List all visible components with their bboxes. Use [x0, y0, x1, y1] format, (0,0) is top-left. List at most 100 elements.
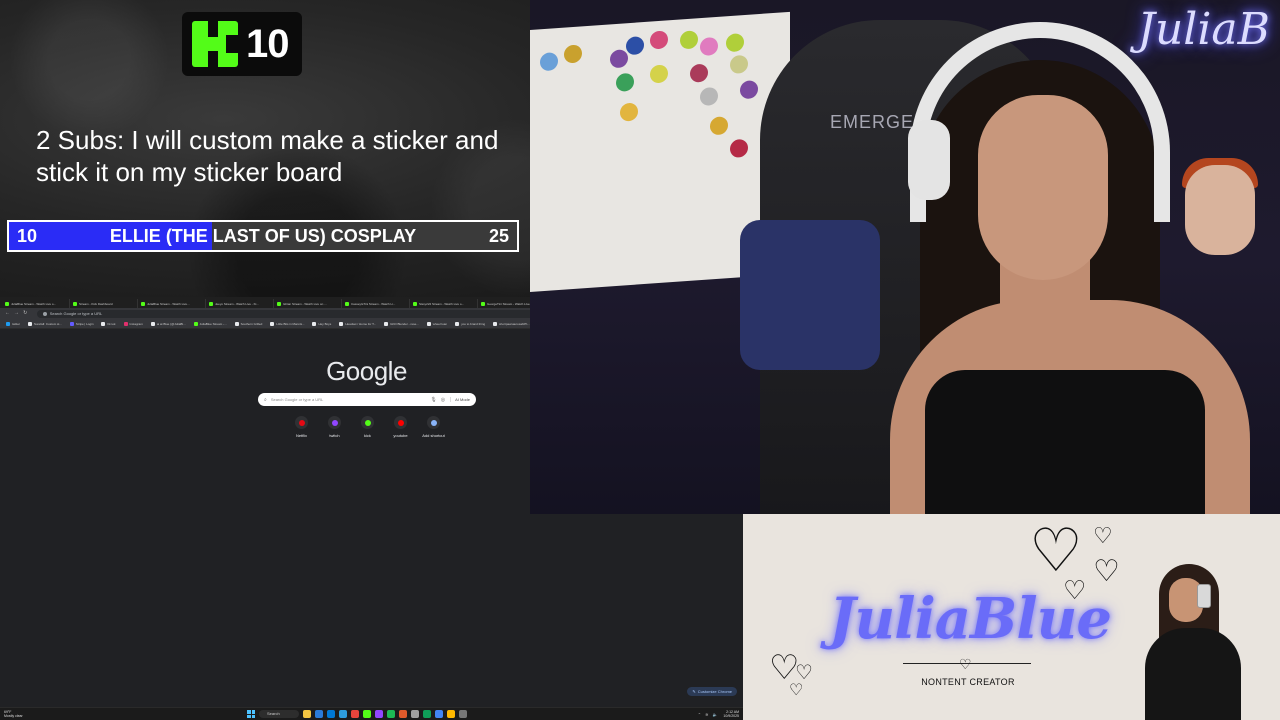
taskbar-app-icon[interactable] — [303, 710, 311, 718]
bookmark-favicon-icon — [270, 321, 275, 326]
taskbar-app-icon[interactable] — [435, 710, 443, 718]
browser-tab[interactable]: Jeeyo Stream - Watch Live - Ki... — [206, 299, 274, 308]
webcam-feed: EMERGE JuliaB — [530, 0, 1280, 514]
shortcut-tile[interactable]: kick — [351, 416, 384, 438]
windows-start-icon[interactable] — [247, 710, 255, 718]
bookmark-item[interactable]: GKD Blender - rese... — [384, 321, 419, 326]
browser-tab[interactable]: CasseyIsTini Stream - Watch Li... — [342, 299, 410, 308]
bookmark-label: ai at Blue (@JuliaBl... — [156, 321, 186, 326]
bookmark-favicon-icon — [150, 321, 155, 326]
shortcut-icon — [394, 416, 407, 429]
sticker — [730, 54, 748, 75]
taskbar-app-icon[interactable] — [315, 710, 323, 718]
browser-tab[interactable]: JuliaBlue Stream - Watch Live o... — [2, 299, 70, 308]
browser-tab[interactable]: JuliaBlue Stream - Watch Live... — [138, 299, 206, 308]
taskbar-apps: Search — [247, 710, 471, 718]
heart-icon: ♡ — [959, 656, 972, 672]
bookmark-favicon-icon — [426, 321, 431, 326]
bookmark-item[interactable]: you to brand thing — [455, 321, 485, 326]
bookmark-label: Headset / Home for T... — [345, 321, 377, 326]
bookmark-item[interactable]: Instagram — [123, 321, 143, 326]
shortcut-icon — [328, 416, 341, 429]
sticker — [564, 44, 582, 64]
shortcut-tile[interactable]: Add shortcut — [417, 416, 450, 438]
bookmark-favicon-icon — [193, 321, 198, 326]
bookmark-item[interactable]: twitter — [6, 321, 20, 326]
tab-favicon-icon — [413, 301, 417, 306]
browser-tab[interactable]: Ishtan Stream - Watch Live on ... — [274, 299, 342, 308]
sticker — [700, 86, 718, 107]
volume-icon[interactable]: 🔈 — [712, 712, 717, 717]
taskbar-app-icon[interactable] — [327, 710, 335, 718]
bookmark-favicon-icon — [69, 321, 74, 326]
bookmark-label: JuliaBlue Stream -... — [199, 321, 227, 326]
streamer-tank-top — [925, 370, 1205, 514]
bookmark-item[interactable]: JuliaBlue Stream -... — [193, 321, 227, 326]
bookmark-item[interactable]: Southern Grilled — [234, 321, 262, 326]
taskbar-app-icon[interactable] — [375, 710, 383, 718]
shortcut-tile[interactable]: Netflix — [285, 416, 318, 438]
forward-icon[interactable]: → — [13, 310, 20, 317]
browser-tab[interactable]: Sissy222 Stream - Watch Live o... — [410, 299, 478, 308]
bookmark-item[interactable]: Little Bits in Mann&... — [270, 321, 304, 326]
taskbar-app-icon[interactable] — [459, 710, 467, 718]
search-icon: ⌕ — [264, 396, 267, 403]
customize-chrome-button[interactable]: ✎ Customize Chrome — [687, 687, 737, 696]
tab-title: Ishtan Stream - Watch Live on ... — [283, 301, 327, 306]
wifi-icon[interactable]: ≋ — [705, 712, 708, 717]
back-icon[interactable]: ← — [4, 310, 11, 317]
taskbar-app-icon[interactable] — [339, 710, 347, 718]
shortcut-tile[interactable]: youtube — [384, 416, 417, 438]
taskbar-search[interactable]: Search — [259, 710, 299, 718]
bookmark-item[interactable]: Stripe | Login — [69, 321, 93, 326]
browser-tab[interactable]: Stream - Kick Dashboard — [70, 299, 138, 308]
bookmark-favicon-icon — [455, 321, 460, 326]
tab-favicon-icon — [481, 301, 485, 306]
chevron-up-icon[interactable]: ⌃ — [698, 712, 701, 717]
bookmark-item[interactable]: wheel loan — [426, 321, 447, 326]
shortcut-label: kick — [364, 433, 371, 438]
sticker — [690, 63, 708, 83]
sticker — [730, 138, 748, 159]
taskbar-app-icon[interactable] — [423, 710, 431, 718]
shortcut-label: Add shortcut — [422, 433, 445, 438]
stream-layout: 10 2 Subs: I will custom make a sticker … — [0, 0, 1280, 720]
bookmark-item[interactable]: Headset / Home for T... — [339, 321, 377, 326]
weather-widget[interactable]: 69°F Mostly clear — [4, 710, 23, 718]
sticker — [650, 30, 668, 50]
sticker — [616, 72, 634, 92]
bookmark-item[interactable]: hk tok — [101, 321, 116, 326]
brand-logo: JuliaBlue — [829, 586, 1112, 652]
neon-sign: JuliaB — [1137, 4, 1270, 55]
bookmark-favicon-icon — [101, 321, 106, 326]
tab-title: Stream - Kick Dashboard — [79, 301, 113, 306]
sticker — [680, 30, 698, 50]
reload-icon[interactable]: ↻ — [22, 310, 29, 317]
taskbar-app-icon[interactable] — [351, 710, 359, 718]
ai-mode-button[interactable]: AI Mode — [450, 397, 470, 402]
taskbar-app-icon[interactable] — [411, 710, 419, 718]
taskbar-app-icon[interactable] — [387, 710, 395, 718]
lens-icon[interactable]: ◎ — [441, 397, 445, 403]
bookmark-label: Instagram — [129, 321, 143, 326]
bookmark-item[interactable]: shortpawsaurosabPh... — [493, 321, 530, 326]
address-placeholder: Search Google or type a URL — [49, 311, 103, 316]
search-input[interactable] — [270, 397, 427, 402]
tab-title: JuliaBlue Stream - Watch Live... — [147, 301, 190, 306]
bookmark-item[interactable]: Surefall: Custom st... — [28, 321, 62, 326]
taskbar-app-icon[interactable] — [399, 710, 407, 718]
chair-side-panel — [740, 220, 880, 370]
clock-date: 10/9/2025 — [723, 714, 739, 718]
sticker — [710, 116, 728, 136]
pencil-icon: ✎ — [692, 689, 696, 694]
clock[interactable]: 2:12 AM 10/9/2025 — [723, 710, 739, 718]
bookmark-favicon-icon — [312, 321, 317, 326]
tab-favicon-icon — [345, 301, 349, 306]
taskbar-app-icon[interactable] — [447, 710, 455, 718]
bookmark-item[interactable]: Hey Boys — [312, 321, 331, 326]
bookmark-item[interactable]: ai at Blue (@JuliaBl... — [150, 321, 186, 326]
shortcut-tile[interactable]: twitch — [318, 416, 351, 438]
goal-label: ELLIE (THE LAST OF US) COSPLAY — [109, 226, 417, 246]
microphone-icon[interactable]: 🎙 — [430, 397, 436, 403]
taskbar-app-icon[interactable] — [363, 710, 371, 718]
